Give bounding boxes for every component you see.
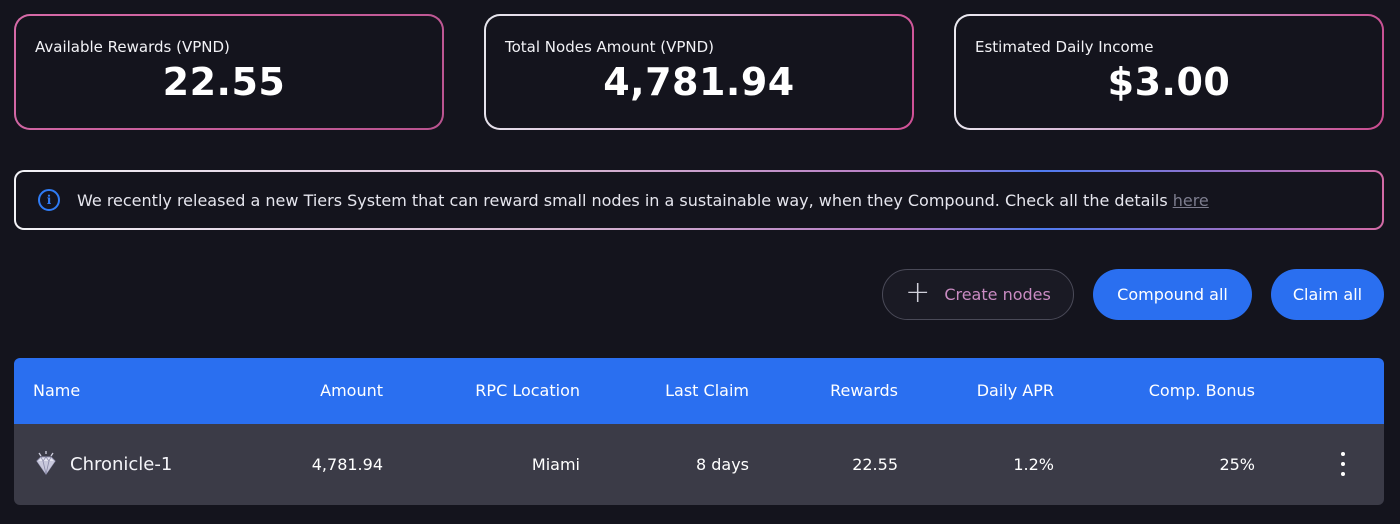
column-header-daily-apr[interactable]: Daily APR [977,381,1054,400]
notice-details-link[interactable]: here [1173,191,1209,210]
plus-icon: + [905,275,931,310]
daily-income-card: Estimated Daily Income $3.00 [954,14,1384,130]
node-last-claim: 8 days [695,455,749,474]
column-header-rewards[interactable]: Rewards [830,381,898,400]
column-header-name[interactable]: Name [33,381,80,400]
stat-label: Available Rewards (VPND) [35,38,230,56]
stat-value: 4,781.94 [603,60,795,104]
stat-label: Total Nodes Amount (VPND) [505,38,715,56]
node-name: Chronicle-1 [70,453,173,475]
node-amount: 4,781.94 [311,455,383,474]
nodes-table: Name Amount RPC Location Last Claim Rewa… [14,358,1384,505]
tiers-notice-banner: i We recently released a new Tiers Syste… [14,170,1384,230]
claim-all-button[interactable]: Claim all [1271,269,1384,320]
column-header-comp-bonus[interactable]: Comp. Bonus [1149,381,1255,400]
table-row[interactable]: Chronicle-1 4,781.94 Miami 8 days 22.55 … [14,424,1384,505]
column-header-rpc-location[interactable]: RPC Location [475,381,580,400]
info-icon: i [38,189,60,211]
create-nodes-button[interactable]: + Create nodes [882,269,1074,320]
node-rpc-location: Miami [531,455,580,474]
total-nodes-card: Total Nodes Amount (VPND) 4,781.94 [484,14,914,130]
column-header-amount[interactable]: Amount [320,381,383,400]
compound-all-button[interactable]: Compound all [1093,269,1252,320]
kebab-dot [1341,462,1345,466]
node-comp-bonus: 25% [1219,455,1255,474]
compound-all-label: Compound all [1117,285,1228,304]
node-daily-apr: 1.2% [1013,455,1054,474]
stat-value: 22.55 [162,60,286,104]
claim-all-label: Claim all [1292,285,1363,304]
kebab-dot [1341,452,1345,456]
diamond-icon [36,451,56,475]
node-name-cell: Chronicle-1 [32,450,172,478]
node-rewards: 22.55 [852,455,898,474]
available-rewards-card: Available Rewards (VPND) 22.55 [14,14,444,130]
column-header-last-claim[interactable]: Last Claim [665,381,749,400]
stat-value: $3.00 [1107,60,1231,104]
create-nodes-label: Create nodes [944,285,1051,304]
stat-label: Estimated Daily Income [975,38,1154,56]
dashboard-page: Available Rewards (VPND) 22.55 Total Nod… [0,0,1400,524]
more-options-icon[interactable] [1336,452,1350,476]
kebab-dot [1341,472,1345,476]
notice-text: We recently released a new Tiers System … [77,190,1168,210]
table-header: Name Amount RPC Location Last Claim Rewa… [14,358,1384,424]
